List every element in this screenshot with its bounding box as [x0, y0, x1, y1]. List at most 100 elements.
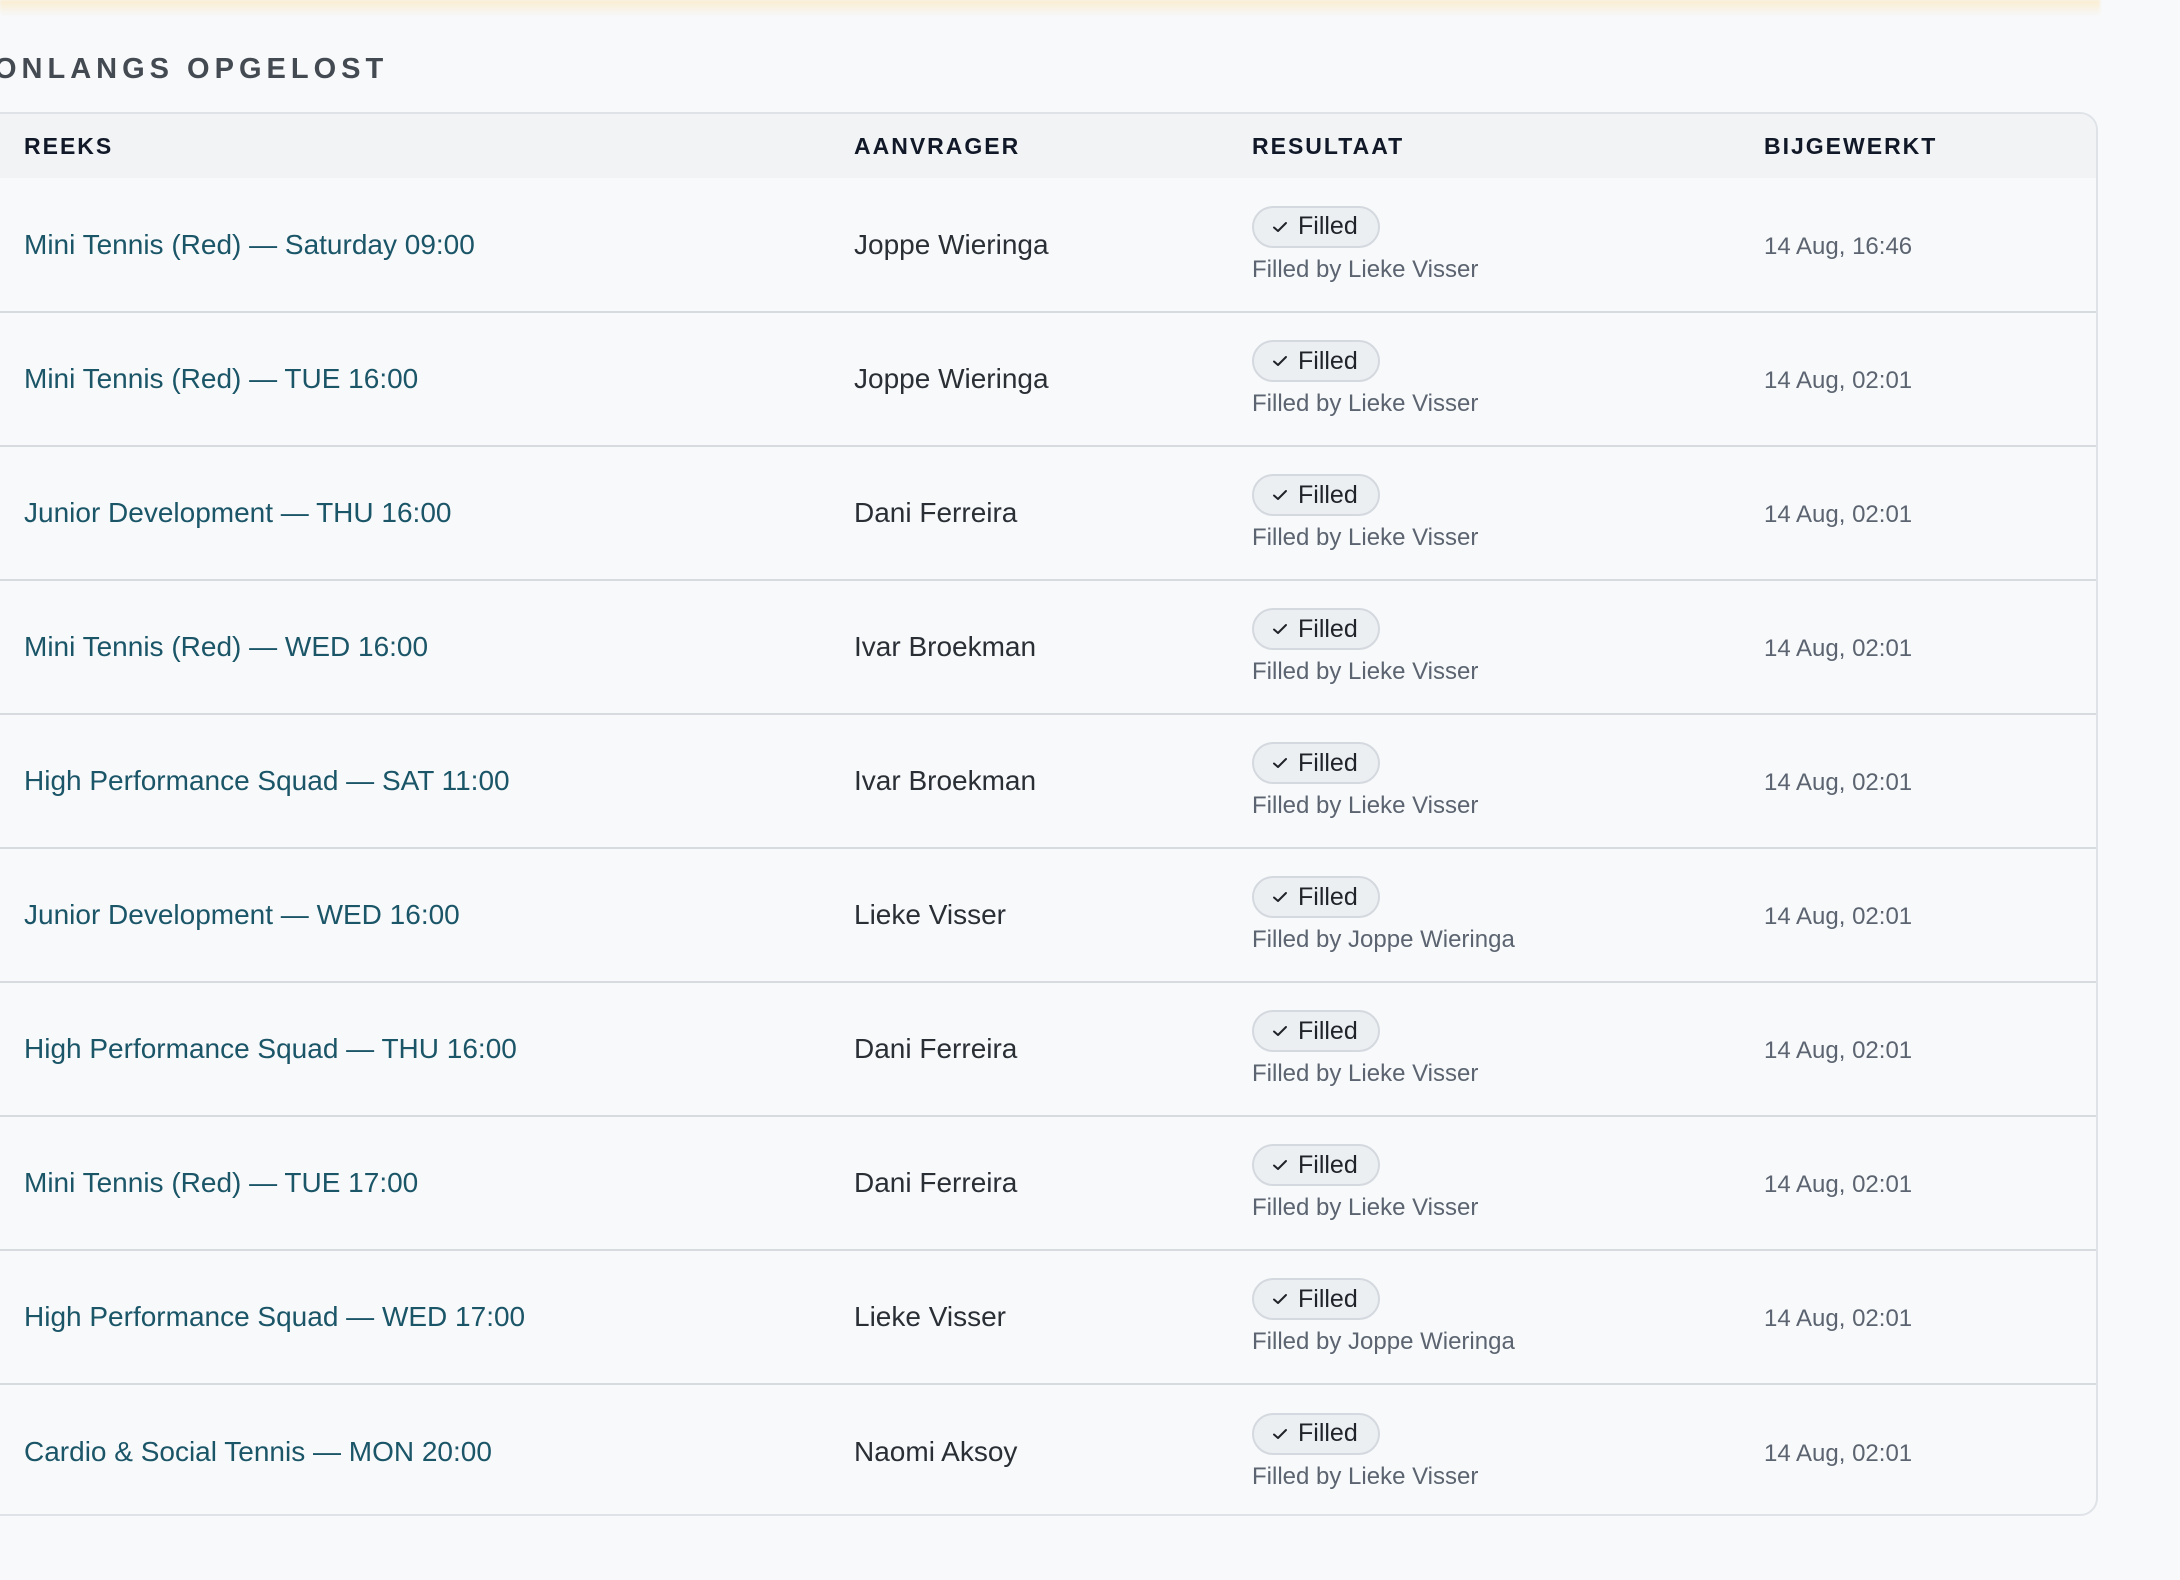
status-badge: Filled	[1252, 876, 1380, 918]
requester-cell: Joppe Wieringa	[854, 178, 1252, 312]
series-cell: High Performance Squad — SAT 11:00	[0, 714, 854, 848]
table-row: Junior Development — WED 16:00 Lieke Vis…	[0, 848, 2096, 982]
check-icon	[1273, 892, 1287, 902]
series-cell: Cardio & Social Tennis — MON 20:00	[0, 1384, 854, 1514]
status-badge: Filled	[1252, 205, 1380, 248]
series-cell: High Performance Squad — WED 17:00	[0, 1250, 854, 1384]
status-label: Filled	[1298, 480, 1358, 509]
requester-cell: Dani Ferreira	[854, 446, 1252, 580]
requester-name: Naomi Aksoy	[854, 1435, 1018, 1467]
updated-cell: 14 Aug, 02:01	[1764, 446, 2096, 580]
status-label: Filled	[1298, 212, 1358, 240]
requester-name: Ivar Broekman	[854, 765, 1037, 796]
table-row: High Performance Squad — SAT 11:00 Ivar …	[0, 714, 2096, 848]
updated-time: 14 Aug, 02:01	[1764, 769, 1913, 796]
requester-name: Lieke Visser	[854, 899, 1007, 930]
check-icon	[1273, 356, 1287, 366]
table-row: Junior Development — THU 16:00 Dani Ferr…	[0, 446, 2096, 580]
requester-cell: Lieke Visser	[854, 1250, 1252, 1384]
updated-cell: 14 Aug, 02:01	[1764, 848, 2096, 982]
updated-cell: 14 Aug, 02:01	[1764, 1384, 2096, 1514]
check-icon	[1273, 1428, 1287, 1439]
filled-by-text: Filled by Lieke Visser	[1252, 1060, 1479, 1087]
status-label: Filled	[1298, 614, 1358, 643]
table-row: Mini Tennis (Red) — TUE 17:00 Dani Ferre…	[0, 1116, 2096, 1250]
result-cell: Filled Filled by Joppe Wieringa	[1252, 848, 1764, 982]
filled-by-text: Filled by Lieke Visser	[1252, 524, 1479, 551]
requester-name: Ivar Broekman	[854, 631, 1037, 662]
filled-by-text: Filled by Lieke Visser	[1252, 1194, 1479, 1221]
series-link[interactable]: Mini Tennis (Red) — TUE 17:00	[24, 1167, 418, 1198]
filled-by-text: Filled by Joppe Wieringa	[1252, 1328, 1515, 1355]
table-row: Mini Tennis (Red) — WED 16:00 Ivar Broek…	[0, 580, 2096, 714]
updated-cell: 14 Aug, 02:01	[1764, 1250, 2096, 1384]
check-icon	[1273, 758, 1287, 768]
table-row: Cardio & Social Tennis — MON 20:00 Naomi…	[0, 1384, 2096, 1514]
series-link[interactable]: Cardio & Social Tennis — MON 20:00	[24, 1436, 492, 1467]
series-cell: Mini Tennis (Red) — TUE 16:00	[0, 312, 854, 446]
updated-cell: 14 Aug, 16:46	[1764, 178, 2096, 312]
status-badge: Filled	[1252, 1278, 1380, 1320]
status-badge: Filled	[1252, 742, 1380, 784]
series-cell: Junior Development — THU 16:00	[0, 446, 854, 580]
requester-cell: Naomi Aksoy	[854, 1384, 1252, 1514]
series-cell: Junior Development — WED 16:00	[0, 848, 854, 982]
updated-time: 14 Aug, 02:01	[1764, 903, 1913, 930]
updated-cell: 14 Aug, 02:01	[1764, 1116, 2096, 1250]
check-icon	[1273, 221, 1287, 232]
table-header: REEKS AANVRAGER RESULTAAT BIJGEWERKT	[0, 114, 2096, 178]
top-glow	[0, 0, 2100, 16]
series-link[interactable]: Junior Development — THU 16:00	[24, 497, 451, 528]
updated-time: 14 Aug, 16:46	[1764, 232, 1913, 260]
series-link[interactable]: Mini Tennis (Red) — WED 16:00	[24, 631, 428, 662]
updated-time: 14 Aug, 02:01	[1764, 1171, 1913, 1198]
series-link[interactable]: Junior Development — WED 16:00	[24, 899, 460, 930]
status-label: Filled	[1298, 748, 1358, 777]
status-badge: Filled	[1252, 1144, 1380, 1186]
series-link[interactable]: Mini Tennis (Red) — Saturday 09:00	[24, 229, 475, 260]
column-header-updated: BIJGEWERKT	[1764, 132, 1938, 159]
status-badge: Filled	[1252, 340, 1380, 382]
requester-name: Dani Ferreira	[854, 1167, 1018, 1198]
check-icon	[1273, 624, 1287, 634]
table-row: High Performance Squad — WED 17:00 Lieke…	[0, 1250, 2096, 1384]
updated-time: 14 Aug, 02:01	[1764, 1439, 1913, 1467]
filled-by-text: Filled by Lieke Visser	[1252, 390, 1479, 417]
updated-time: 14 Aug, 02:01	[1764, 635, 1913, 662]
table-body: Mini Tennis (Red) — Saturday 09:00 Joppe…	[0, 178, 2096, 1514]
check-icon	[1273, 1294, 1287, 1304]
status-label: Filled	[1298, 1016, 1358, 1045]
filled-by-text: Filled by Lieke Visser	[1252, 658, 1479, 685]
series-cell: High Performance Squad — THU 16:00	[0, 982, 854, 1116]
status-label: Filled	[1298, 1284, 1358, 1313]
column-header-series: REEKS	[24, 132, 114, 159]
series-cell: Mini Tennis (Red) — Saturday 09:00	[0, 178, 854, 312]
series-link[interactable]: High Performance Squad — SAT 11:00	[24, 765, 510, 796]
updated-time: 14 Aug, 02:01	[1764, 367, 1913, 394]
series-link[interactable]: High Performance Squad — WED 17:00	[24, 1301, 525, 1332]
status-label: Filled	[1298, 1150, 1358, 1179]
check-icon	[1273, 490, 1287, 500]
updated-time: 14 Aug, 02:01	[1764, 1037, 1913, 1064]
result-cell: Filled Filled by Lieke Visser	[1252, 446, 1764, 580]
updated-cell: 14 Aug, 02:01	[1764, 982, 2096, 1116]
requester-cell: Lieke Visser	[854, 848, 1252, 982]
requester-name: Lieke Visser	[854, 1301, 1007, 1332]
series-link[interactable]: High Performance Squad — THU 16:00	[24, 1033, 517, 1064]
table-row: High Performance Squad — THU 16:00 Dani …	[0, 982, 2096, 1116]
status-badge: Filled	[1252, 1010, 1380, 1052]
filled-by-text: Filled by Lieke Visser	[1252, 792, 1479, 819]
result-cell: Filled Filled by Lieke Visser	[1252, 580, 1764, 714]
section-title: ONLANGS OPGELOST	[0, 53, 389, 85]
header-row: REEKS AANVRAGER RESULTAAT BIJGEWERKT	[0, 114, 2096, 178]
result-cell: Filled Filled by Lieke Visser	[1252, 312, 1764, 446]
status-badge: Filled	[1252, 474, 1380, 516]
check-icon	[1273, 1026, 1287, 1036]
column-header-result: RESULTAAT	[1252, 132, 1405, 159]
result-cell: Filled Filled by Lieke Visser	[1252, 982, 1764, 1116]
status-label: Filled	[1298, 346, 1358, 375]
filled-by-text: Filled by Joppe Wieringa	[1252, 926, 1515, 953]
table-row: Mini Tennis (Red) — Saturday 09:00 Joppe…	[0, 178, 2096, 312]
updated-cell: 14 Aug, 02:01	[1764, 580, 2096, 714]
series-link[interactable]: Mini Tennis (Red) — TUE 16:00	[24, 363, 418, 394]
